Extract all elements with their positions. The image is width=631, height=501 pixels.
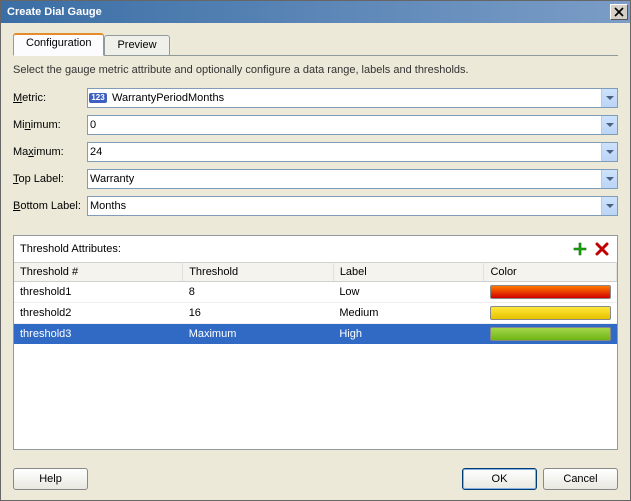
maximum-combo[interactable]: 24 xyxy=(87,142,618,162)
cell-threshold-value: 8 xyxy=(183,282,334,303)
label-minimum: Minimum: xyxy=(13,119,87,131)
table-row[interactable]: threshold3MaximumHigh xyxy=(14,324,617,345)
cell-threshold-label: Medium xyxy=(333,303,484,324)
dropdown-arrow-icon[interactable] xyxy=(601,170,617,188)
instruction-text: Select the gauge metric attribute and op… xyxy=(13,64,618,76)
label-top-label: Top Label: xyxy=(13,173,87,185)
close-icon xyxy=(614,7,624,17)
metric-value: WarrantyPeriodMonths xyxy=(110,92,601,104)
label-metric: Metric: xyxy=(13,92,87,104)
footer-right: OK Cancel xyxy=(462,468,618,490)
tab-bar: Configuration Preview xyxy=(13,33,618,56)
dialog-window: Create Dial Gauge Configuration Preview … xyxy=(0,0,631,501)
cell-threshold-color xyxy=(484,324,617,345)
plus-icon xyxy=(572,241,588,257)
threshold-actions xyxy=(571,240,611,258)
row-maximum: Maximum: 24 xyxy=(13,142,618,162)
dropdown-arrow-icon[interactable] xyxy=(601,197,617,215)
tab-preview[interactable]: Preview xyxy=(104,35,169,55)
col-threshold-num[interactable]: Threshold # xyxy=(14,263,183,282)
numeric-attribute-icon: 123 xyxy=(90,90,106,106)
titlebar: Create Dial Gauge xyxy=(1,1,630,23)
dropdown-arrow-icon[interactable] xyxy=(601,143,617,161)
col-color[interactable]: Color xyxy=(484,263,617,282)
cell-threshold-color xyxy=(484,303,617,324)
close-button[interactable] xyxy=(610,4,628,20)
minimum-value: 0 xyxy=(88,119,601,131)
minimum-combo[interactable]: 0 xyxy=(87,115,618,135)
row-minimum: Minimum: 0 xyxy=(13,115,618,135)
table-row[interactable]: threshold216Medium xyxy=(14,303,617,324)
maximum-value: 24 xyxy=(88,146,601,158)
bottom-label-value: Months xyxy=(88,200,601,212)
color-swatch[interactable] xyxy=(490,327,611,341)
ok-button[interactable]: OK xyxy=(462,468,537,490)
cell-threshold-name: threshold1 xyxy=(14,282,183,303)
bottom-label-combo[interactable]: Months xyxy=(87,196,618,216)
footer: Help OK Cancel xyxy=(1,460,630,500)
cell-threshold-value: 16 xyxy=(183,303,334,324)
threshold-header: Threshold Attributes: xyxy=(14,236,617,262)
threshold-title: Threshold Attributes: xyxy=(20,243,121,255)
dropdown-arrow-icon[interactable] xyxy=(601,116,617,134)
dropdown-arrow-icon[interactable] xyxy=(601,89,617,107)
cancel-button[interactable]: Cancel xyxy=(543,468,618,490)
col-label[interactable]: Label xyxy=(333,263,484,282)
cell-threshold-value: Maximum xyxy=(183,324,334,345)
row-top-label: Top Label: Warranty xyxy=(13,169,618,189)
threshold-table: Threshold # Threshold Label Color thresh… xyxy=(14,262,617,344)
content-area: Configuration Preview Select the gauge m… xyxy=(1,23,630,460)
top-label-combo[interactable]: Warranty xyxy=(87,169,618,189)
row-bottom-label: Bottom Label: Months xyxy=(13,196,618,216)
top-label-value: Warranty xyxy=(88,173,601,185)
tab-configuration[interactable]: Configuration xyxy=(13,33,104,56)
label-bottom-label: Bottom Label: xyxy=(13,200,87,212)
color-swatch[interactable] xyxy=(490,306,611,320)
help-button[interactable]: Help xyxy=(13,468,88,490)
cell-threshold-name: threshold3 xyxy=(14,324,183,345)
cell-threshold-label: High xyxy=(333,324,484,345)
cell-threshold-label: Low xyxy=(333,282,484,303)
row-metric: Metric: 123 WarrantyPeriodMonths xyxy=(13,88,618,108)
cell-threshold-color xyxy=(484,282,617,303)
window-title: Create Dial Gauge xyxy=(7,6,102,18)
remove-threshold-button[interactable] xyxy=(593,240,611,258)
table-row[interactable]: threshold18Low xyxy=(14,282,617,303)
color-swatch[interactable] xyxy=(490,285,611,299)
threshold-panel: Threshold Attributes: Threshold # Thresh… xyxy=(13,235,618,450)
delete-icon xyxy=(595,242,609,256)
col-threshold[interactable]: Threshold xyxy=(183,263,334,282)
cell-threshold-name: threshold2 xyxy=(14,303,183,324)
metric-combo[interactable]: 123 WarrantyPeriodMonths xyxy=(87,88,618,108)
table-header-row: Threshold # Threshold Label Color xyxy=(14,263,617,282)
add-threshold-button[interactable] xyxy=(571,240,589,258)
label-maximum: Maximum: xyxy=(13,146,87,158)
